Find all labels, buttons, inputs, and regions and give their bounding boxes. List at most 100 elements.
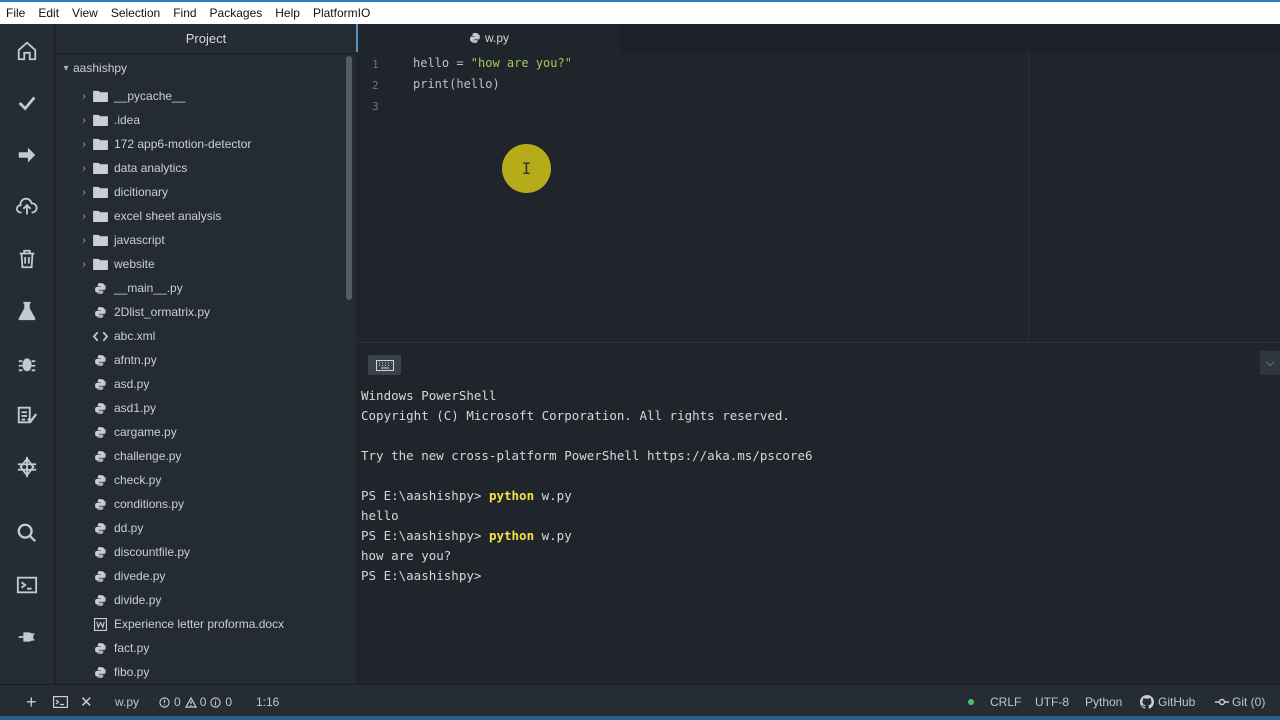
tab-label: w.py [484, 31, 509, 45]
diagnostics[interactable]: 0 0 0 [159, 685, 232, 719]
tree-file[interactable]: discountfile.py [77, 540, 190, 564]
chevron-right-icon[interactable]: › [77, 235, 91, 246]
tree-file[interactable]: asd1.py [77, 396, 156, 420]
menu-find[interactable]: Find [167, 2, 203, 24]
folder-icon [91, 137, 109, 151]
flask-icon[interactable] [14, 298, 40, 324]
menu-view[interactable]: View [66, 2, 105, 24]
platformio-toolbar [0, 24, 55, 684]
line-gutter: 1 2 3 [356, 52, 400, 340]
tree-item-label: 2Dlist_ormatrix.py [114, 305, 211, 319]
home-icon[interactable] [14, 38, 40, 64]
tree-item-label: dd.py [114, 521, 144, 535]
code-line-2[interactable]: print(hello) [413, 77, 500, 91]
chevron-down-icon[interactable]: ▾ [59, 63, 73, 74]
tree-folder[interactable]: › .idea [77, 108, 140, 132]
grammar[interactable]: Python [1085, 685, 1122, 719]
encoding[interactable]: UTF-8 [1035, 685, 1069, 719]
prompt: PS E:\aashishpy> [361, 528, 489, 543]
cloud-upload-icon[interactable] [14, 194, 40, 220]
chevron-right-icon[interactable]: › [77, 91, 91, 102]
add-terminal-icon[interactable]: + [26, 685, 37, 719]
code-identifier: hello = [413, 56, 471, 70]
menu-edit[interactable]: Edit [32, 2, 66, 24]
folder-icon [91, 233, 109, 247]
chip-icon[interactable] [14, 454, 40, 480]
tree-folder[interactable]: › data analytics [77, 156, 187, 180]
chevron-right-icon[interactable]: › [77, 115, 91, 126]
tree-file[interactable]: fact.py [77, 636, 149, 660]
folder-icon [91, 89, 109, 103]
tree-scrollbar[interactable] [346, 56, 352, 300]
menu-bar: File Edit View Selection Find Packages H… [0, 0, 1280, 24]
close-icon[interactable]: ✕ [80, 685, 93, 719]
tree-folder[interactable]: › javascript [77, 228, 164, 252]
tree-file[interactable]: afntn.py [77, 348, 157, 372]
code-line-1[interactable]: hello = "how are you?" [413, 56, 572, 70]
plug-icon[interactable] [14, 624, 40, 650]
search-icon[interactable] [14, 520, 40, 546]
chevron-right-icon[interactable]: › [77, 211, 91, 222]
terminal-line: Copyright (C) Microsoft Corporation. All… [361, 408, 790, 423]
tree-file[interactable]: divede.py [77, 564, 165, 588]
terminal-output: hello [361, 508, 399, 523]
chevron-right-icon[interactable]: › [77, 187, 91, 198]
tree-file[interactable]: __main__.py [77, 276, 183, 300]
tree-file[interactable]: 2Dlist_ormatrix.py [77, 300, 210, 324]
terminal-line: Windows PowerShell [361, 388, 497, 403]
tree-file[interactable]: fibo.py [77, 660, 149, 684]
bug-icon[interactable] [14, 350, 40, 376]
tree-file[interactable]: abc.xml [77, 324, 155, 348]
terminal-icon[interactable] [14, 572, 40, 598]
chevron-right-icon[interactable]: › [77, 259, 91, 270]
chevron-right-icon[interactable]: › [77, 163, 91, 174]
status-file[interactable]: w.py [115, 685, 139, 719]
tree-item-label: 172 app6-motion-detector [114, 137, 252, 151]
tree-file[interactable]: asd.py [77, 372, 149, 396]
tree-folder[interactable]: › dicitionary [77, 180, 168, 204]
tree-item-label: website [114, 257, 155, 271]
editor-pane: w.py 1 2 3 hello = "how are you?" print(… [356, 24, 1280, 340]
tree-item-label: conditions.py [114, 497, 185, 511]
checklist-icon[interactable] [14, 402, 40, 428]
command: python [488, 488, 535, 503]
tree-file[interactable]: check.py [77, 468, 161, 492]
tree-folder[interactable]: › excel sheet analysis [77, 204, 221, 228]
python-icon [91, 473, 109, 487]
menu-platformio[interactable]: PlatformIO [307, 2, 377, 24]
tree-item-label: afntn.py [114, 353, 157, 367]
terminal-icon[interactable] [53, 685, 68, 719]
keyboard-icon[interactable] [368, 355, 401, 375]
info-count: 0 [225, 695, 233, 709]
trash-icon[interactable] [14, 246, 40, 272]
github-button[interactable]: GitHub [1140, 685, 1195, 719]
tree-file[interactable]: Experience letter proforma.docx [77, 612, 284, 636]
tree-root-folder[interactable]: ▾ aashishpy [59, 56, 127, 80]
check-icon[interactable] [14, 90, 40, 116]
menu-help[interactable]: Help [269, 2, 307, 24]
line-ending[interactable]: CRLF [990, 685, 1021, 719]
tree-folder[interactable]: › 172 app6-motion-detector [77, 132, 251, 156]
git-button[interactable]: Git (0) [1215, 685, 1265, 719]
menu-packages[interactable]: Packages [204, 2, 270, 24]
tree-file[interactable]: divide.py [77, 588, 161, 612]
tree-file[interactable]: dd.py [77, 516, 143, 540]
tree-folder[interactable]: › __pycache__ [77, 84, 185, 108]
terminal-panel[interactable]: ⌵ Windows PowerShell Copyright (C) Micro… [356, 342, 1280, 684]
chevron-right-icon[interactable]: › [77, 139, 91, 150]
tab-w-py[interactable]: w.py [356, 24, 620, 52]
terminal-prompt[interactable]: PS E:\aashishpy> [361, 568, 481, 583]
menu-file[interactable]: File [0, 2, 32, 24]
tree-item-label: divide.py [114, 593, 162, 607]
tree-file[interactable]: conditions.py [77, 492, 184, 516]
python-icon [91, 641, 109, 655]
tree-folder[interactable]: › website [77, 252, 155, 276]
tree-file[interactable]: challenge.py [77, 444, 181, 468]
cursor-position[interactable]: 1:16 [256, 685, 279, 719]
tree-item-label: __main__.py [114, 281, 183, 295]
menu-selection[interactable]: Selection [105, 2, 167, 24]
chevron-down-icon[interactable]: ⌵ [1260, 351, 1280, 375]
prompt: PS E:\aashishpy> [361, 488, 489, 503]
arrow-right-icon[interactable] [14, 142, 40, 168]
tree-file[interactable]: cargame.py [77, 420, 177, 444]
